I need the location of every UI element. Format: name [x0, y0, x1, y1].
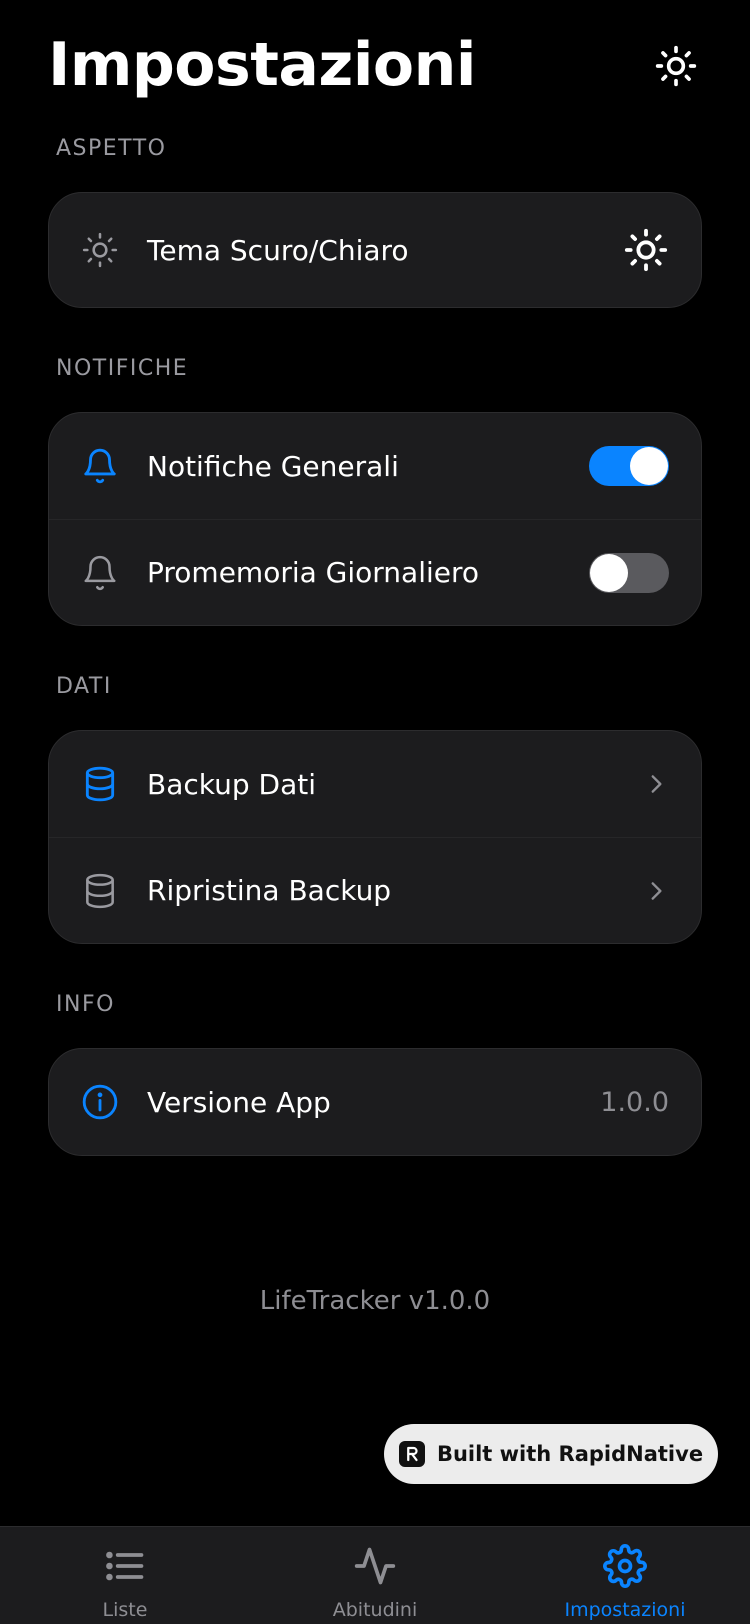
section-label-info: INFO: [56, 992, 115, 1017]
tab-liste[interactable]: Liste: [0, 1527, 250, 1624]
toggle-knob: [590, 553, 628, 592]
row-label: Notifiche Generali: [147, 449, 399, 483]
row-label: Backup Dati: [147, 767, 317, 801]
card-info: Versione App 1.0.0: [48, 1048, 702, 1156]
sun-icon: [79, 229, 121, 271]
section-label-notifiche: NOTIFICHE: [56, 356, 189, 381]
tab-bar: Liste Abitudini Impostazioni: [0, 1526, 750, 1624]
rapidnative-logo-icon: [398, 1441, 425, 1467]
list-icon: [102, 1543, 148, 1589]
row-label: Versione App: [147, 1085, 331, 1119]
sun-icon: [655, 45, 697, 87]
database-icon: [79, 870, 121, 912]
built-with-badge[interactable]: Built with RapidNative: [384, 1424, 718, 1484]
card-aspetto: Tema Scuro/Chiaro: [48, 192, 702, 308]
sun-icon: [624, 228, 668, 272]
section-label-dati: DATI: [56, 674, 112, 699]
activity-icon: [352, 1543, 398, 1589]
header: Impostazioni: [0, 0, 750, 130]
row-label: Tema Scuro/Chiaro: [147, 233, 409, 267]
bell-icon: [79, 552, 121, 594]
row-daily-reminder[interactable]: Promemoria Giornaliero: [49, 519, 701, 625]
theme-switch-button[interactable]: [623, 227, 669, 273]
bell-icon: [79, 445, 121, 487]
gear-icon: [602, 1543, 648, 1589]
row-app-version: Versione App 1.0.0: [49, 1049, 701, 1155]
card-dati: Backup Dati Ripristina Backup: [48, 730, 702, 944]
footer-version: LifeTracker v1.0.0: [259, 1286, 491, 1316]
row-general-notifications[interactable]: Notifiche Generali: [49, 413, 701, 519]
database-icon: [79, 763, 121, 805]
badge-text: Built with RapidNative: [436, 1442, 704, 1466]
toggle-knob: [630, 447, 668, 485]
section-label-aspetto: ASPETTO: [56, 136, 167, 161]
app-version-value: 1.0.0: [600, 1086, 669, 1118]
row-label: Promemoria Giornaliero: [147, 556, 480, 589]
theme-toggle-button[interactable]: [654, 44, 698, 88]
row-restore[interactable]: Ripristina Backup: [49, 837, 701, 943]
tab-abitudini[interactable]: Abitudini: [250, 1527, 500, 1624]
row-label: Ripristina Backup: [147, 874, 392, 907]
tab-label: Abitudini: [332, 1599, 418, 1621]
row-theme[interactable]: Tema Scuro/Chiaro: [49, 193, 701, 307]
page-title: Impostazioni: [48, 30, 476, 100]
tab-label: Impostazioni: [564, 1599, 686, 1621]
chevron-right-icon: [643, 771, 669, 797]
row-backup[interactable]: Backup Dati: [49, 731, 701, 837]
card-notifiche: Notifiche Generali Promemoria Giornalier…: [48, 412, 702, 626]
tab-label: Liste: [102, 1599, 148, 1621]
info-icon: [79, 1081, 121, 1123]
daily-reminder-toggle[interactable]: [589, 552, 669, 593]
tab-impostazioni[interactable]: Impostazioni: [500, 1527, 750, 1624]
chevron-right-icon: [643, 878, 669, 904]
general-notifications-toggle[interactable]: [589, 446, 669, 486]
